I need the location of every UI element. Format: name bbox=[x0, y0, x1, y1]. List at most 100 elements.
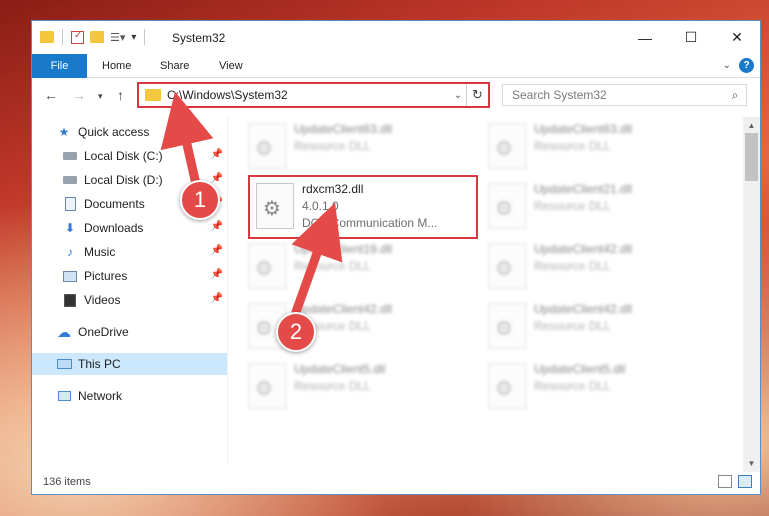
pin-icon[interactable]: 📌 bbox=[211, 269, 223, 280]
toolbar-separator bbox=[144, 29, 146, 45]
file-name: UpdateClient42.dll bbox=[294, 302, 393, 316]
address-bar[interactable]: C:\Windows\System32 ⌄ ↻ bbox=[137, 82, 490, 108]
pin-icon[interactable]: 📌 bbox=[211, 293, 223, 304]
customize-qat-icon[interactable]: ☰▾ bbox=[110, 31, 125, 44]
file-name: rdxcm32.dll bbox=[302, 182, 364, 196]
drive-icon bbox=[62, 173, 78, 187]
pane-divider[interactable] bbox=[227, 117, 228, 462]
sidebar-item-network[interactable]: Network bbox=[32, 385, 227, 407]
file-item[interactable]: ⚙ UpdateClient5.dll Resource DLL bbox=[242, 357, 462, 417]
file-description: Resource DLL bbox=[534, 259, 611, 273]
file-name: UpdateClient42.dll bbox=[534, 242, 633, 256]
sidebar-item-label: Documents bbox=[84, 197, 145, 211]
file-item[interactable]: ⚙ UpdateClient19.dll Resource DLL bbox=[242, 237, 462, 297]
recent-locations-icon[interactable]: ▾ bbox=[98, 91, 103, 102]
folder-icon[interactable] bbox=[40, 31, 54, 43]
sidebar-item-label: Network bbox=[78, 389, 123, 403]
vertical-scrollbar[interactable]: ▲ ▼ bbox=[743, 117, 760, 472]
maximize-button[interactable]: ☐ bbox=[668, 21, 714, 54]
sidebar-item-label: Quick access bbox=[78, 125, 150, 139]
sidebar-item-label: Videos bbox=[84, 293, 121, 307]
refresh-icon[interactable]: ↻ bbox=[466, 84, 488, 106]
dll-file-icon: ⚙ bbox=[488, 243, 526, 289]
help-icon[interactable]: ? bbox=[739, 58, 754, 73]
sidebar-item-this-pc[interactable]: This PC bbox=[32, 353, 227, 375]
up-icon[interactable]: ↑ bbox=[117, 87, 124, 103]
quick-access-toolbar: ✓ ☰▾ ▾ bbox=[40, 29, 147, 45]
search-box[interactable]: ⌕ bbox=[502, 84, 747, 106]
dll-file-icon: ⚙ bbox=[488, 363, 526, 409]
new-folder-icon[interactable] bbox=[90, 31, 104, 43]
documents-icon bbox=[62, 197, 78, 211]
music-icon: ♪ bbox=[67, 245, 73, 259]
search-icon[interactable]: ⌕ bbox=[724, 88, 746, 103]
videos-icon bbox=[62, 293, 78, 307]
tab-file[interactable]: File bbox=[32, 54, 87, 78]
forward-icon[interactable]: → bbox=[72, 87, 86, 103]
file-name: UpdateClient5.dll bbox=[294, 362, 386, 376]
dll-file-icon: ⚙ bbox=[488, 303, 526, 349]
file-item[interactable]: ⚙ UpdateClient63.dll Resource DLL bbox=[482, 117, 702, 177]
pin-icon[interactable]: 📌 bbox=[211, 245, 223, 256]
chevron-down-icon[interactable]: ⌄ bbox=[450, 90, 466, 101]
title-bar: ✓ ☰▾ ▾ System32 — ☐ ✕ bbox=[32, 21, 760, 54]
file-item[interactable]: ⚙ UpdateClient21.dll Resource DLL bbox=[482, 177, 702, 237]
sidebar-item-pictures[interactable]: Pictures 📌 bbox=[32, 265, 227, 287]
cloud-icon: ☁ bbox=[57, 323, 71, 340]
chevron-down-icon[interactable]: ▾ bbox=[131, 32, 136, 43]
file-item[interactable]: ⚙ UpdateClient42.dll Resource DLL bbox=[482, 237, 702, 297]
drive-icon bbox=[62, 149, 78, 163]
file-item[interactable]: ⚙ UpdateClient5.dll Resource DLL bbox=[482, 357, 702, 417]
step-1-badge: 1 bbox=[180, 180, 220, 220]
toolbar-separator bbox=[62, 29, 63, 45]
file-name: UpdateClient63.dll bbox=[534, 122, 633, 136]
tab-share[interactable]: Share bbox=[160, 54, 189, 78]
file-item[interactable]: ⚙ UpdateClient42.dll Resource DLL bbox=[242, 297, 462, 357]
file-description: Resource DLL bbox=[534, 139, 611, 153]
file-explorer-window: ✓ ☰▾ ▾ System32 — ☐ ✕ File Home Share Vi… bbox=[31, 20, 761, 495]
tab-view[interactable]: View bbox=[219, 54, 243, 78]
sidebar-item-local-disk-c[interactable]: Local Disk (C:) 📌 bbox=[32, 145, 227, 167]
address-path[interactable]: C:\Windows\System32 bbox=[167, 88, 450, 102]
network-icon bbox=[56, 389, 72, 403]
sidebar-item-downloads[interactable]: ⬇ Downloads 📌 bbox=[32, 217, 227, 239]
sidebar-item-music[interactable]: ♪ Music 📌 bbox=[32, 241, 227, 263]
tab-home[interactable]: Home bbox=[102, 54, 131, 78]
sidebar-item-label: OneDrive bbox=[78, 325, 129, 339]
minimize-button[interactable]: — bbox=[622, 21, 668, 54]
file-list: ⚙ UpdateClient63.dll Resource DLL ⚙ rdxc… bbox=[242, 117, 742, 462]
close-button[interactable]: ✕ bbox=[714, 21, 760, 54]
download-icon: ⬇ bbox=[64, 221, 76, 235]
sidebar-item-label: Music bbox=[84, 245, 116, 259]
large-icons-view-icon[interactable] bbox=[738, 475, 752, 488]
star-icon: ★ bbox=[58, 125, 70, 139]
properties-icon[interactable]: ✓ bbox=[71, 30, 84, 44]
pictures-icon bbox=[62, 269, 78, 283]
window-title: System32 bbox=[172, 31, 226, 45]
file-item[interactable]: ⚙ UpdateClient63.dll Resource DLL bbox=[242, 117, 462, 177]
sidebar-item-label: This PC bbox=[78, 357, 121, 371]
sidebar-item-quick-access[interactable]: ★ Quick access bbox=[32, 121, 227, 143]
pin-icon[interactable]: 📌 bbox=[211, 221, 223, 232]
scroll-thumb[interactable] bbox=[745, 133, 758, 181]
scroll-up-icon[interactable]: ▲ bbox=[743, 117, 760, 134]
monitor-icon bbox=[56, 357, 72, 371]
sidebar-item-videos[interactable]: Videos 📌 bbox=[32, 289, 227, 311]
sidebar-item-onedrive[interactable]: ☁ OneDrive bbox=[32, 321, 227, 343]
back-icon[interactable]: ← bbox=[44, 87, 58, 103]
dll-file-icon: ⚙ bbox=[248, 363, 286, 409]
folder-icon bbox=[145, 89, 161, 101]
file-description: Resource DLL bbox=[534, 199, 611, 213]
file-item-rdxcm32[interactable]: ⚙ rdxcm32.dll 4.0.1.0 DCX Communication … bbox=[248, 175, 478, 239]
file-name: UpdateClient19.dll bbox=[294, 242, 393, 256]
dll-file-icon: ⚙ bbox=[248, 123, 286, 169]
expand-ribbon-icon[interactable]: ⌄ bbox=[723, 60, 731, 71]
address-row: ← → ▾ ↑ C:\Windows\System32 ⌄ ↻ ⌕ bbox=[32, 79, 760, 113]
search-input[interactable] bbox=[512, 88, 724, 102]
details-view-icon[interactable] bbox=[718, 475, 732, 488]
pin-icon[interactable]: 📌 bbox=[211, 173, 223, 184]
dll-file-icon: ⚙ bbox=[256, 183, 294, 229]
file-item[interactable]: ⚙ UpdateClient42.dll Resource DLL bbox=[482, 297, 702, 357]
pin-icon[interactable]: 📌 bbox=[211, 149, 223, 160]
step-2-badge: 2 bbox=[276, 312, 316, 352]
